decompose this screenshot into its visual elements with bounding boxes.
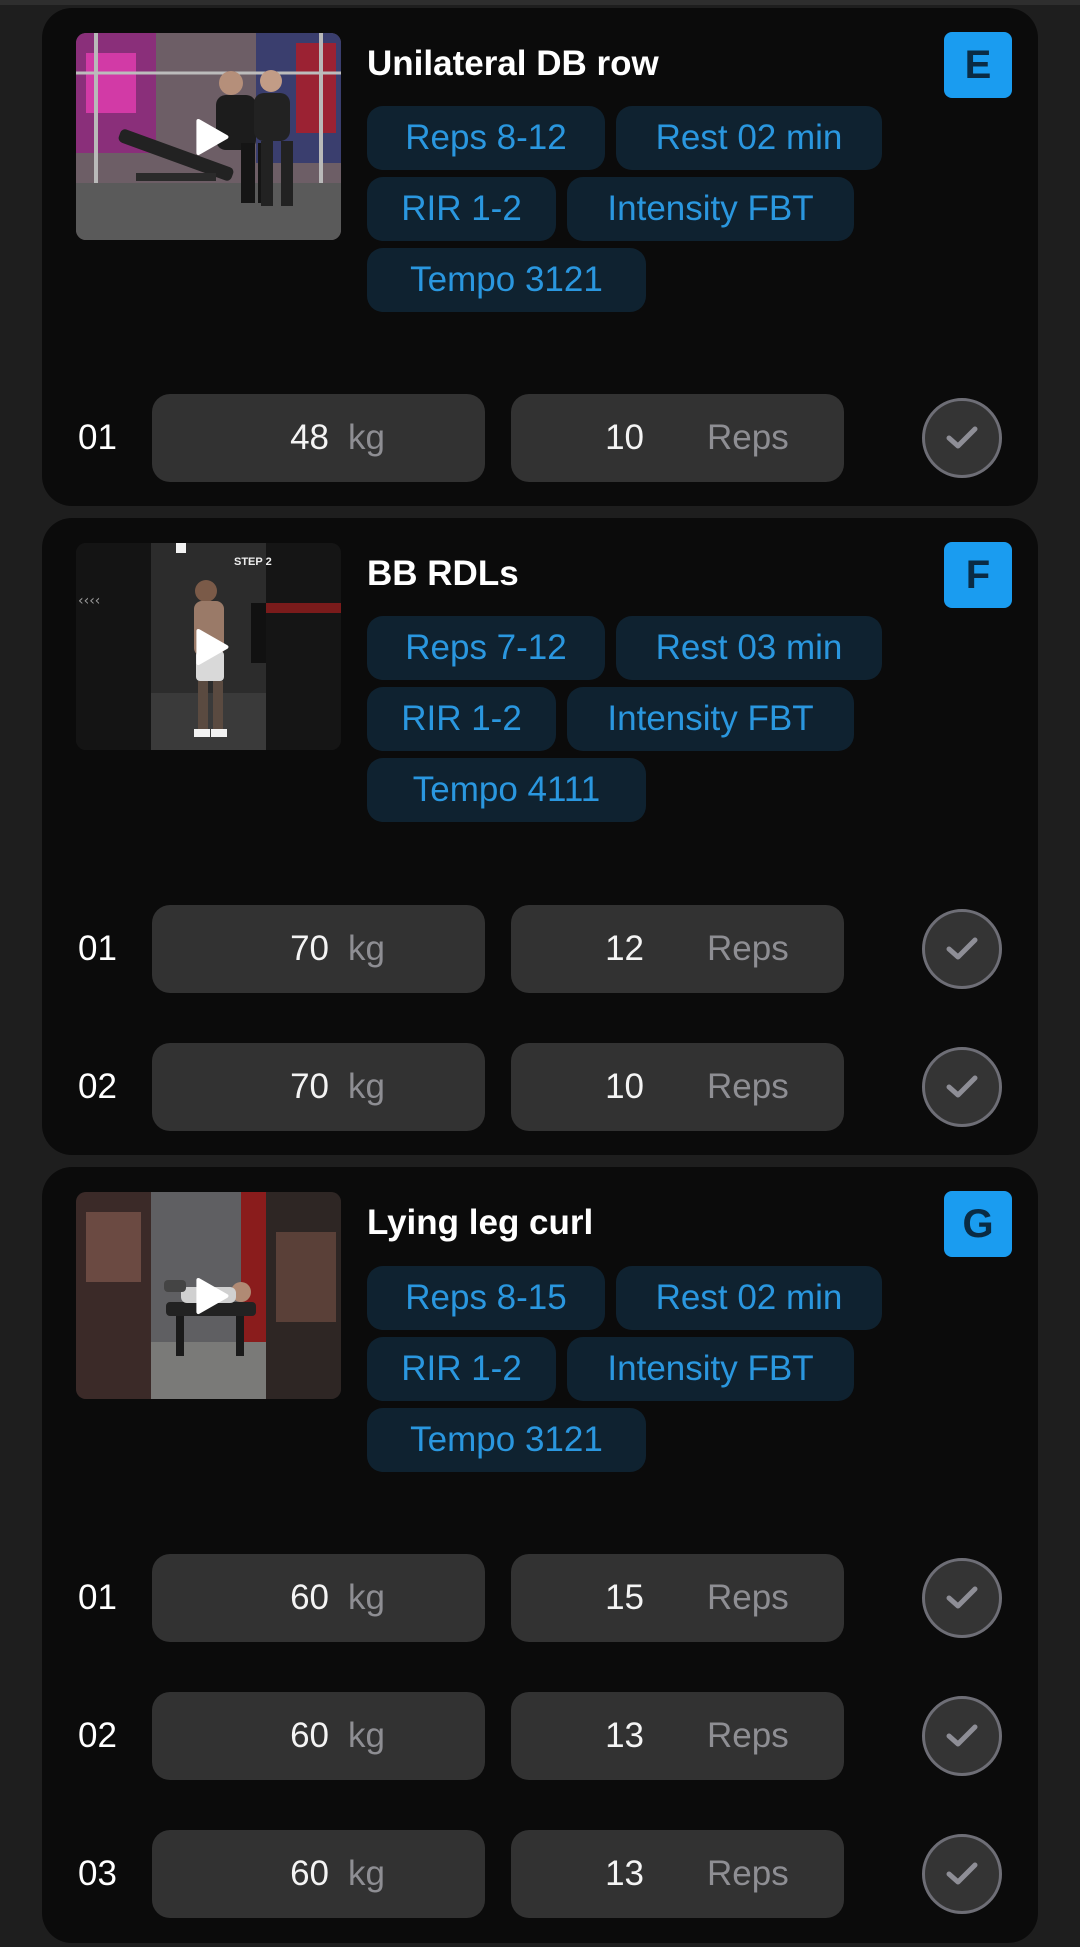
weight-unit: kg	[348, 929, 385, 968]
exercise-title: Lying leg curl	[367, 1203, 594, 1242]
weight-input[interactable]: 60 kg	[152, 1692, 485, 1780]
top-edge-bar	[0, 0, 1080, 5]
exercise-card-f: STEP 2 ‹‹‹‹ BB RDLs F Reps 7-12 Rest 03 …	[42, 518, 1038, 1155]
weight-value: 60	[290, 1578, 329, 1617]
set-number: 01	[78, 1578, 117, 1617]
reps-unit: Reps	[707, 1854, 789, 1893]
reps-unit: Reps	[707, 1067, 789, 1106]
set-row: 01 48 kg 10 Reps	[42, 394, 1038, 482]
weight-unit: kg	[348, 1578, 385, 1617]
weight-unit: kg	[348, 418, 385, 457]
intensity-tag: Intensity FBT	[567, 687, 854, 751]
reps-input[interactable]: 13 Reps	[511, 1692, 844, 1780]
intensity-tag: Intensity FBT	[567, 177, 854, 241]
reps-range-tag: Reps 8-15	[367, 1266, 605, 1330]
set-row: 03 60 kg 13 Reps	[42, 1830, 1038, 1918]
exercise-video-thumbnail[interactable]: STEP 2 ‹‹‹‹	[76, 543, 341, 750]
tempo-tag: Tempo 3121	[367, 248, 646, 312]
reps-input[interactable]: 13 Reps	[511, 1830, 844, 1918]
set-row: 02 60 kg 13 Reps	[42, 1692, 1038, 1780]
reps-unit: Reps	[707, 929, 789, 968]
svg-text:‹‹‹‹: ‹‹‹‹	[78, 593, 100, 609]
checkmark-icon	[946, 1724, 978, 1747]
weight-value: 48	[290, 418, 329, 457]
rest-time-tag: Rest 03 min	[616, 616, 882, 680]
reps-input[interactable]: 10 Reps	[511, 1043, 844, 1131]
reps-range-tag: Reps 8-12	[367, 106, 605, 170]
reps-unit: Reps	[707, 1578, 789, 1617]
set-number: 02	[78, 1067, 117, 1106]
checkmark-icon	[946, 1862, 978, 1885]
set-row: 01 60 kg 15 Reps	[42, 1554, 1038, 1642]
set-row: 02 70 kg 10 Reps	[42, 1043, 1038, 1131]
reps-value: 10	[605, 418, 644, 457]
reps-unit: Reps	[707, 418, 789, 457]
exercise-title: BB RDLs	[367, 554, 519, 593]
checkmark-icon	[946, 937, 978, 960]
exercise-card-g: Lying leg curl G Reps 8-15 Rest 02 min R…	[42, 1167, 1038, 1943]
play-icon	[195, 628, 228, 665]
play-icon	[195, 118, 228, 155]
reps-value: 13	[605, 1716, 644, 1755]
rir-tag: RIR 1-2	[367, 177, 556, 241]
exercise-title: Unilateral DB row	[367, 44, 659, 83]
tempo-tag: Tempo 3121	[367, 1408, 646, 1472]
rir-tag: RIR 1-2	[367, 1337, 556, 1401]
set-number: 01	[78, 418, 117, 457]
intensity-tag: Intensity FBT	[567, 1337, 854, 1401]
checkmark-icon	[946, 1075, 978, 1098]
weight-input[interactable]: 70 kg	[152, 1043, 485, 1131]
complete-set-button[interactable]	[922, 1047, 1002, 1127]
weight-value: 70	[290, 929, 329, 968]
exercise-card-e: Unilateral DB row E Reps 8-12 Rest 02 mi…	[42, 8, 1038, 506]
set-number: 02	[78, 1716, 117, 1755]
reps-input[interactable]: 12 Reps	[511, 905, 844, 993]
play-icon	[195, 1277, 228, 1314]
exercise-video-thumbnail[interactable]	[76, 33, 341, 240]
rest-time-tag: Rest 02 min	[616, 1266, 882, 1330]
step-label: STEP 2	[234, 556, 272, 568]
complete-set-button[interactable]	[922, 1558, 1002, 1638]
weight-unit: kg	[348, 1067, 385, 1106]
reps-value: 13	[605, 1854, 644, 1893]
reps-value: 12	[605, 929, 644, 968]
weight-input[interactable]: 60 kg	[152, 1554, 485, 1642]
complete-set-button[interactable]	[922, 1834, 1002, 1914]
exercise-letter-badge: F	[944, 542, 1012, 608]
weight-input[interactable]: 48 kg	[152, 394, 485, 482]
reps-input[interactable]: 10 Reps	[511, 394, 844, 482]
complete-set-button[interactable]	[922, 398, 1002, 478]
weight-input[interactable]: 70 kg	[152, 905, 485, 993]
exercise-video-thumbnail[interactable]	[76, 1192, 341, 1399]
weight-value: 60	[290, 1716, 329, 1755]
weight-value: 70	[290, 1067, 329, 1106]
weight-value: 60	[290, 1854, 329, 1893]
set-row: 01 70 kg 12 Reps	[42, 905, 1038, 993]
set-number: 03	[78, 1854, 117, 1893]
reps-value: 10	[605, 1067, 644, 1106]
rest-time-tag: Rest 02 min	[616, 106, 882, 170]
reps-value: 15	[605, 1578, 644, 1617]
rir-tag: RIR 1-2	[367, 687, 556, 751]
exercise-letter-badge: G	[944, 1191, 1012, 1257]
reps-range-tag: Reps 7-12	[367, 616, 605, 680]
weight-unit: kg	[348, 1716, 385, 1755]
weight-unit: kg	[348, 1854, 385, 1893]
reps-unit: Reps	[707, 1716, 789, 1755]
reps-input[interactable]: 15 Reps	[511, 1554, 844, 1642]
complete-set-button[interactable]	[922, 909, 1002, 989]
set-number: 01	[78, 929, 117, 968]
checkmark-icon	[946, 1586, 978, 1609]
checkmark-icon	[946, 426, 978, 449]
complete-set-button[interactable]	[922, 1696, 1002, 1776]
weight-input[interactable]: 60 kg	[152, 1830, 485, 1918]
tempo-tag: Tempo 4111	[367, 758, 646, 822]
exercise-letter-badge: E	[944, 32, 1012, 98]
